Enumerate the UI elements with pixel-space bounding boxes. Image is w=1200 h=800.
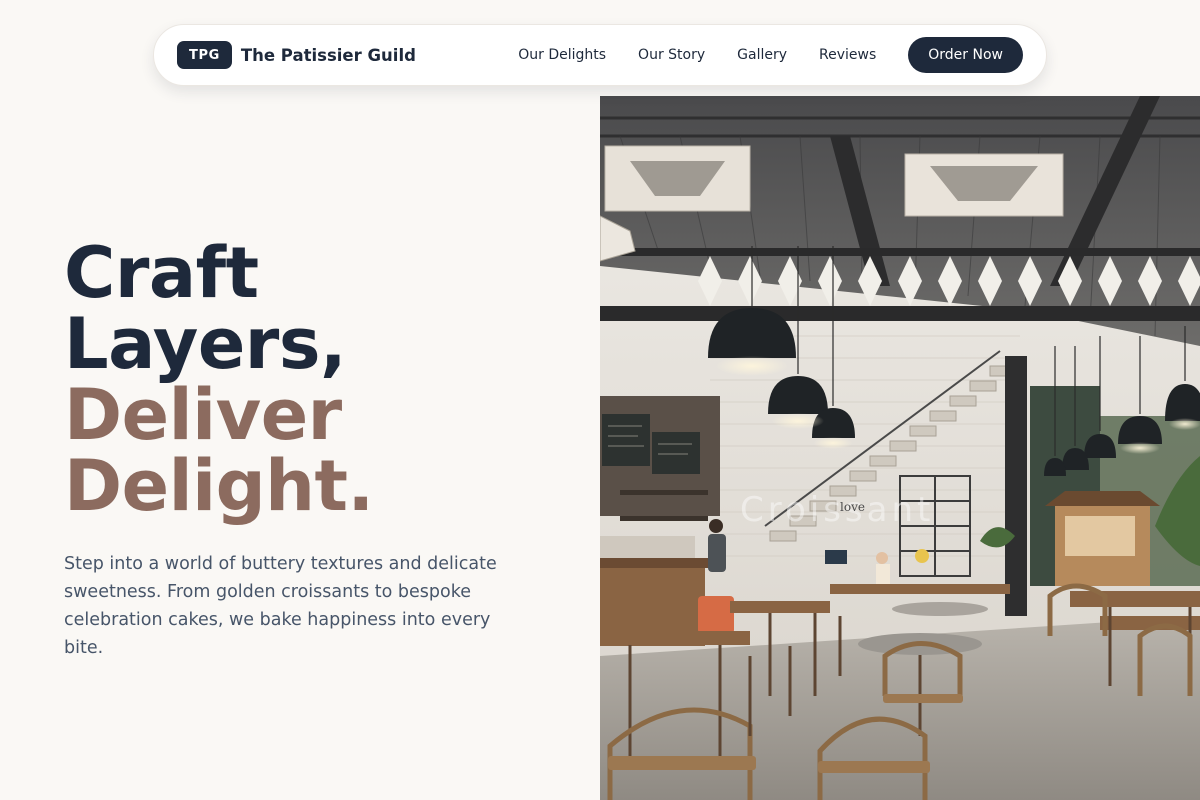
nav-links: Our Delights Our Story Gallery Reviews O… [518,37,1023,73]
nav-link-gallery[interactable]: Gallery [737,47,787,63]
nav-link-our-delights[interactable]: Our Delights [518,47,606,63]
headline-line-2: Layers, [64,303,347,385]
hero-headline: Craft Layers, Deliver Delight. [64,238,374,522]
brand-name[interactable]: The Patissier Guild [241,46,416,65]
wall-text: Croissant [740,490,934,530]
brand[interactable]: TPG The Patissier Guild [177,41,416,69]
brand-badge[interactable]: TPG [177,41,232,69]
wall-sign: love [840,500,865,514]
nav-link-our-story[interactable]: Our Story [638,47,705,63]
hero-description: Step into a world of buttery textures an… [64,554,497,658]
headline-line-1: Craft [64,232,259,314]
nav-link-reviews[interactable]: Reviews [819,47,876,63]
navbar: TPG The Patissier Guild Our Delights Our… [153,24,1047,86]
hero-image: Croissant love [600,96,1200,800]
order-now-button[interactable]: Order Now [908,37,1023,73]
headline-line-3: Deliver [64,374,342,456]
headline-line-4: Delight. [64,445,374,527]
